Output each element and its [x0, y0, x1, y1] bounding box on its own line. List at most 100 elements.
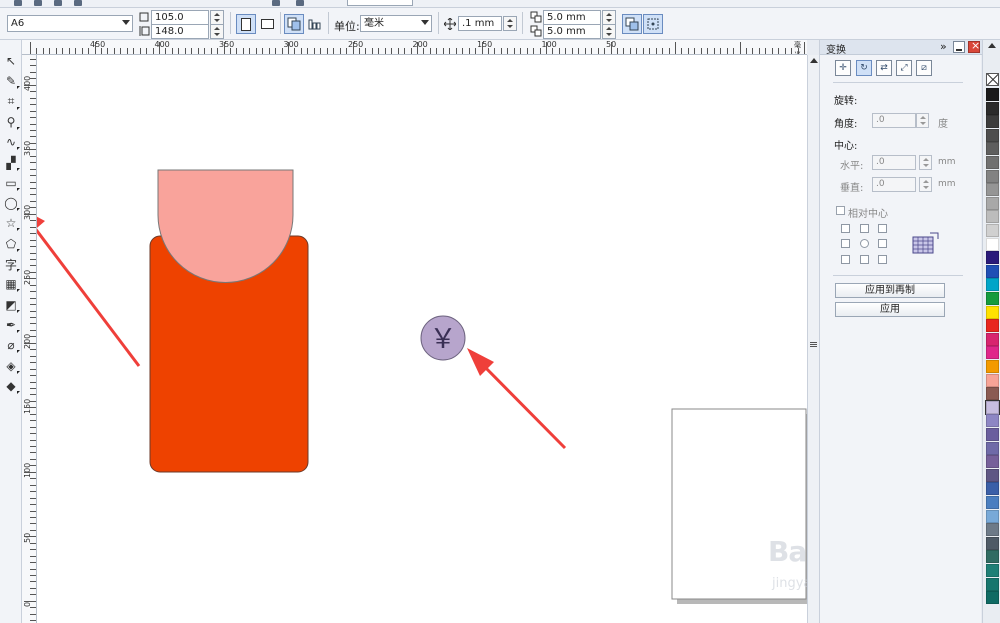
color-swatch[interactable]: [986, 468, 999, 482]
apply-to-duplicate-button[interactable]: 应用到再制: [835, 283, 945, 298]
color-swatch[interactable]: [986, 482, 999, 496]
new-file-icon[interactable]: [14, 0, 22, 6]
color-swatch[interactable]: [986, 428, 999, 441]
outline-pen-tool-button[interactable]: ⌀: [2, 336, 20, 354]
interactive-tool-button[interactable]: ◩: [2, 296, 20, 314]
eyedropper-tool-button[interactable]: ✒: [2, 316, 20, 334]
color-swatch[interactable]: [986, 536, 999, 550]
position-mode-button[interactable]: ✛: [835, 60, 851, 76]
color-swatch[interactable]: [986, 346, 999, 360]
color-swatch[interactable]: [986, 455, 999, 469]
units-select[interactable]: 毫米: [360, 15, 432, 32]
rectangle-tool-button[interactable]: ▭: [2, 174, 20, 192]
scale-mirror-mode-button[interactable]: ⇄: [876, 60, 892, 76]
color-swatch[interactable]: [986, 142, 999, 156]
color-swatch[interactable]: [986, 564, 999, 577]
crop-tool-button[interactable]: ⌗: [2, 93, 20, 111]
scroll-up-icon[interactable]: [810, 58, 818, 63]
color-swatch[interactable]: [986, 332, 999, 346]
import-icon[interactable]: [272, 0, 280, 6]
duplicate-x-spinner[interactable]: [602, 10, 616, 25]
horizontal-ruler[interactable]: 45040035030025020015010050毫米: [22, 40, 807, 55]
angle-field[interactable]: .0: [872, 113, 916, 128]
relative-center-checkbox[interactable]: [836, 206, 845, 215]
docker-close-button[interactable]: [968, 39, 980, 53]
docker-expand-icon[interactable]: »: [940, 40, 947, 53]
color-swatch[interactable]: [986, 577, 999, 591]
scrollbar-thumb[interactable]: [810, 340, 817, 350]
anchor-top-center[interactable]: [860, 224, 869, 233]
page-width-field[interactable]: 105.0 mm: [151, 10, 209, 36]
color-swatch[interactable]: [986, 509, 999, 523]
color-swatch[interactable]: [985, 399, 1000, 415]
vertical-scrollbar[interactable]: [807, 55, 819, 623]
pick-tool-button[interactable]: ↖: [2, 52, 20, 70]
polygon-tool-button[interactable]: ☆: [2, 214, 20, 232]
horizontal-center-spinner[interactable]: [919, 155, 932, 170]
portrait-button[interactable]: [236, 14, 256, 34]
color-swatch[interactable]: [986, 115, 999, 129]
zoom-tool-button[interactable]: ⚲: [2, 113, 20, 131]
smart-fill-tool-button[interactable]: ▞: [2, 154, 20, 172]
color-swatch[interactable]: [986, 224, 999, 237]
color-swatch[interactable]: [986, 550, 999, 564]
color-swatch[interactable]: [986, 292, 999, 305]
anchor-middle-right[interactable]: [878, 239, 887, 248]
table-tool-button[interactable]: ▦: [2, 275, 20, 293]
color-swatch[interactable]: [986, 128, 999, 142]
text-tool-button[interactable]: 字: [2, 255, 20, 273]
apply-button[interactable]: 应用: [835, 302, 945, 317]
basic-shapes-tool-button[interactable]: ⬠: [2, 235, 20, 253]
duplicate-y-field[interactable]: 5.0 mm: [543, 24, 601, 39]
print-icon[interactable]: [74, 0, 82, 6]
export-icon[interactable]: [296, 0, 304, 6]
color-swatch[interactable]: [986, 360, 999, 373]
nudge-distance-spinner[interactable]: [503, 16, 517, 31]
size-mode-button[interactable]: ⤢: [896, 60, 912, 76]
ellipse-tool-button[interactable]: ◯: [2, 194, 20, 212]
drawing-canvas[interactable]: ￥: [37, 55, 807, 623]
all-pages-button[interactable]: [284, 14, 304, 34]
color-swatch[interactable]: [986, 373, 999, 387]
fill-tool-button[interactable]: ◈: [2, 357, 20, 375]
color-swatch[interactable]: [986, 305, 999, 319]
page-width-spinner[interactable]: [210, 10, 224, 25]
palette-scroll-up-icon[interactable]: [988, 43, 996, 48]
color-swatch[interactable]: [986, 183, 999, 197]
anchor-top-left[interactable]: [841, 224, 850, 233]
save-file-icon[interactable]: [54, 0, 62, 6]
color-swatch[interactable]: [986, 278, 999, 292]
anchor-middle-left[interactable]: [841, 239, 850, 248]
anchor-bottom-right[interactable]: [878, 255, 887, 264]
landscape-button[interactable]: [257, 14, 277, 34]
page-height-field[interactable]: 148.0 mm: [151, 24, 209, 50]
color-swatch[interactable]: [986, 156, 999, 169]
nudge-distance-field[interactable]: .1 mm: [458, 16, 502, 31]
color-swatch[interactable]: [986, 319, 999, 333]
vertical-center-spinner[interactable]: [919, 177, 932, 192]
zoom-level-field[interactable]: [347, 0, 413, 6]
duplicate-y-spinner[interactable]: [602, 24, 616, 39]
angle-spinner[interactable]: [916, 113, 929, 128]
vertical-ruler[interactable]: 400 350 300 250 200 150 100 50 0: [22, 55, 37, 623]
anchor-bottom-center[interactable]: [860, 255, 869, 264]
anchor-top-right[interactable]: [878, 224, 887, 233]
color-swatch[interactable]: [986, 88, 999, 101]
shape-tool-button[interactable]: ✎: [2, 72, 20, 90]
page-height-spinner[interactable]: [210, 24, 224, 39]
current-page-button[interactable]: [305, 14, 325, 34]
anchor-bottom-left[interactable]: [841, 255, 850, 264]
color-swatch[interactable]: [986, 210, 999, 224]
rotate-mode-button[interactable]: ↻: [856, 60, 872, 76]
color-swatch[interactable]: [986, 101, 999, 115]
open-file-icon[interactable]: [34, 0, 42, 6]
color-swatch[interactable]: [986, 496, 999, 509]
interactive-fill-tool-button[interactable]: ◆: [2, 377, 20, 395]
skew-mode-button[interactable]: ⧄: [916, 60, 932, 76]
copies-grid-icon[interactable]: [912, 232, 940, 256]
color-swatch[interactable]: [986, 523, 999, 537]
color-swatch[interactable]: [986, 196, 999, 210]
treat-as-filled-button[interactable]: [622, 14, 642, 34]
color-swatch[interactable]: [986, 169, 999, 183]
color-swatch[interactable]: [986, 387, 999, 401]
